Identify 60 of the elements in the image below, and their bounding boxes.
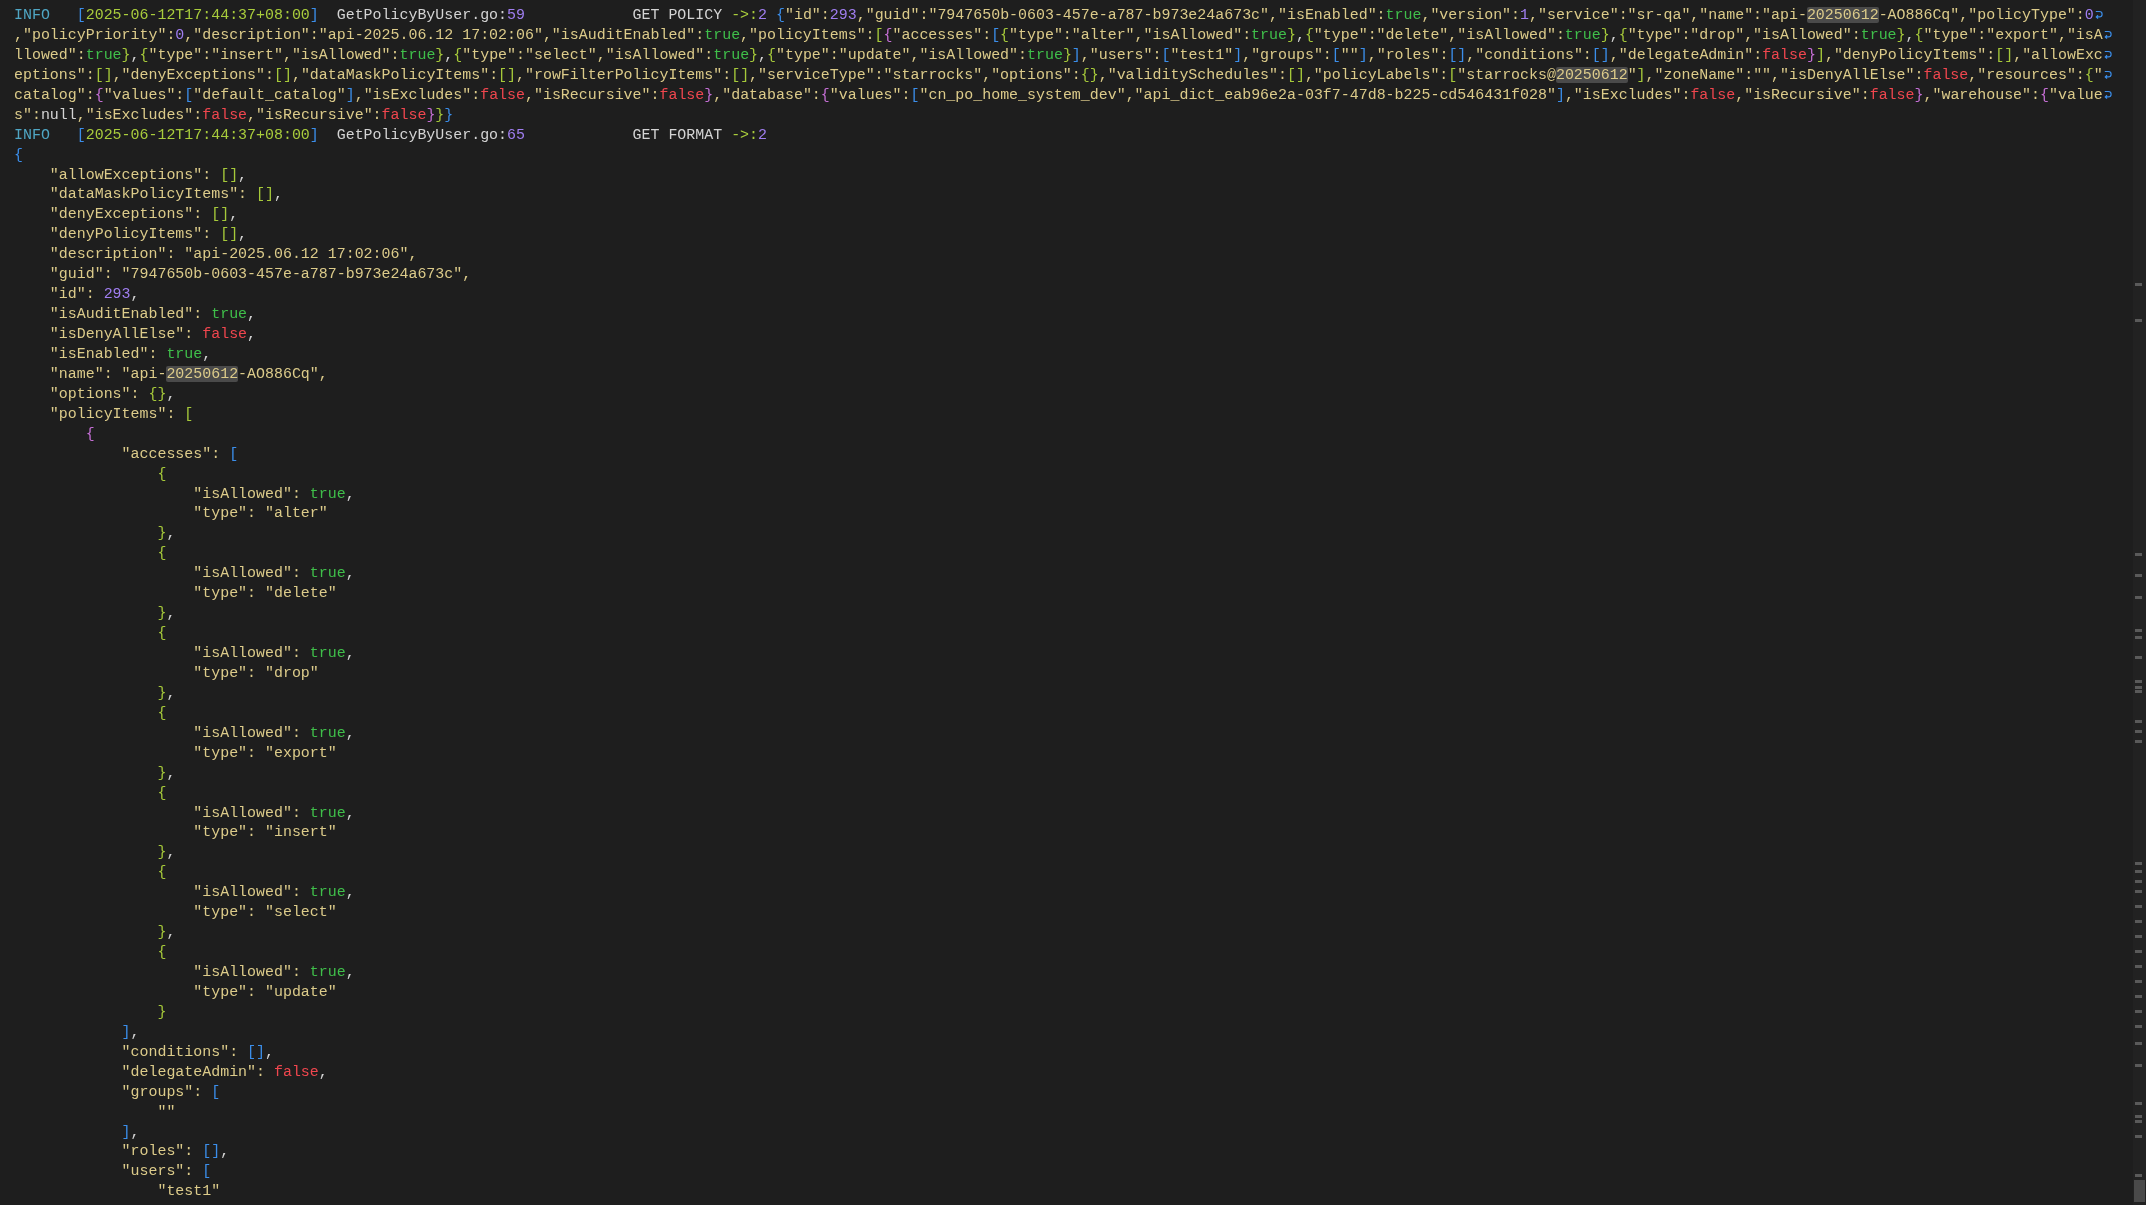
log-line: ],	[120, 1122, 140, 1142]
log-line: "users": [	[120, 1162, 212, 1182]
log-line: "isAllowed": true,	[192, 723, 355, 743]
log-line: "description": "api-2025.06.12 17:02:06",	[48, 245, 418, 265]
log-line: {	[156, 544, 167, 564]
log-line: }	[156, 1002, 167, 1022]
log-line: "isEnabled": true,	[48, 344, 212, 364]
log-line: "type": "alter"	[192, 504, 328, 524]
log-line: "accesses": [	[120, 444, 239, 464]
log-line: {	[156, 783, 167, 803]
log-line: },	[156, 683, 176, 703]
log-line: {	[156, 464, 167, 484]
log-line: "type": "insert"	[192, 823, 337, 843]
log-line: "policyItems": [	[48, 404, 194, 424]
log-line: {	[156, 624, 167, 644]
log-line: "conditions": [],	[120, 1042, 274, 1062]
log-line: "isAllowed": true,	[192, 803, 355, 823]
log-line: "guid": "7947650b-0603-457e-a787-b973e24a673c",	[48, 265, 472, 285]
log-line: {	[156, 703, 167, 723]
log-line: "id": 293,	[48, 285, 140, 305]
log-line: },	[156, 923, 176, 943]
log-line: },	[156, 843, 176, 863]
log-line: "isAuditEnabled": true,	[48, 305, 257, 325]
log-line: "dataMaskPolicyItems": [],	[48, 185, 283, 205]
log-line: catalog":{"values":["default_catalog"],"isExcludes":false,"isRecursive":false},"database":{"values":["cn_po_home_system_dev","api_dict_eab96e2a-03f7-47d8-b225-cd546431f028"],"isExcludes":false,"isRecursive":false},"warehouse":{"value	[14, 85, 2103, 105]
log-line: "type": "delete"	[192, 584, 337, 604]
log-line: "type": "update"	[192, 982, 337, 1002]
log-line: "options": {},	[48, 384, 176, 404]
log-line: "name": "api-20250612-AO886Cq",	[48, 364, 328, 384]
log-line: "type": "select"	[192, 903, 337, 923]
log-line: "isAllowed": true,	[192, 963, 355, 982]
log-line: "groups": [	[120, 1082, 221, 1102]
log-line: "denyPolicyItems": [],	[48, 225, 248, 245]
log-line: INFO [2025-06-12T17:44:37+08:00] GetPolicyByUser.go:59 GET POLICY ->:2 {"id":293,"guid":"7947650b-0603-457e-a787-b973e24a673c","isEnabled":true,"version":1,"service":"sr-qa","name":"api-20250612-AO886Cq","policyType":0	[14, 6, 2094, 25]
log-line: "delegateAdmin": false,	[120, 1062, 328, 1082]
log-line: "roles": [],	[120, 1142, 230, 1162]
log-line: },	[156, 524, 176, 544]
log-line: llowed":true},{"type":"insert","isAllowed":true},{"type":"select","isAllowed":true},{"type":"update","isAllowed":true}],"users":["test1"],"groups":[""],"roles":[],"conditions":[],"delegateAdmin":false}],"denyPolicyItems":[],"allowExc	[14, 45, 2103, 65]
log-line: },	[156, 604, 176, 624]
log-line: s":null,"isExcludes":false,"isRecursive":false}}}	[14, 105, 454, 125]
log-line: "allowExceptions": [],	[48, 165, 248, 185]
log-line: "isAllowed": true,	[192, 644, 355, 663]
log-line: {	[14, 145, 23, 165]
log-line: "isDenyAllElse": false,	[48, 325, 257, 344]
log-line: {	[84, 424, 95, 444]
log-line: {	[156, 863, 167, 883]
log-line: "isAllowed": true,	[192, 484, 355, 504]
log-line: "test1"	[156, 1182, 221, 1202]
log-line: ,"policyPriority":0,"description":"api-2025.06.12 17:02:06","isAuditEnabled":true,"policyItems":[{"accesses":[{"type":"alter","isAllowed":true},{"type":"delete","isAllowed":true},{"type":"drop","isAllowed":true},{"type":"export","isA	[14, 25, 2103, 45]
log-line: eptions":[],"denyExceptions":[],"dataMaskPolicyItems":[],"rowFilterPolicyItems":[],"serviceType":"starrocks","options":{},"validitySchedules":[],"policyLabels":["starrocks@20250612"],"zoneName":"","isDenyAllElse":false,"resources":{"	[14, 65, 2103, 85]
log-line: ""	[156, 1102, 176, 1122]
log-line: "denyExceptions": [],	[48, 205, 239, 225]
log-line: "isAllowed": true,	[192, 564, 355, 584]
log-line: {	[156, 943, 167, 963]
log-line: INFO [2025-06-12T17:44:37+08:00] GetPolicyByUser.go:65 GET FORMAT ->:2	[14, 125, 768, 145]
log-line: },	[156, 763, 176, 783]
log-line: "type": "drop"	[192, 663, 319, 683]
log-line: "isAllowed": true,	[192, 883, 355, 903]
log-line: ],	[120, 1022, 140, 1042]
log-line: "type": "export"	[192, 743, 337, 763]
